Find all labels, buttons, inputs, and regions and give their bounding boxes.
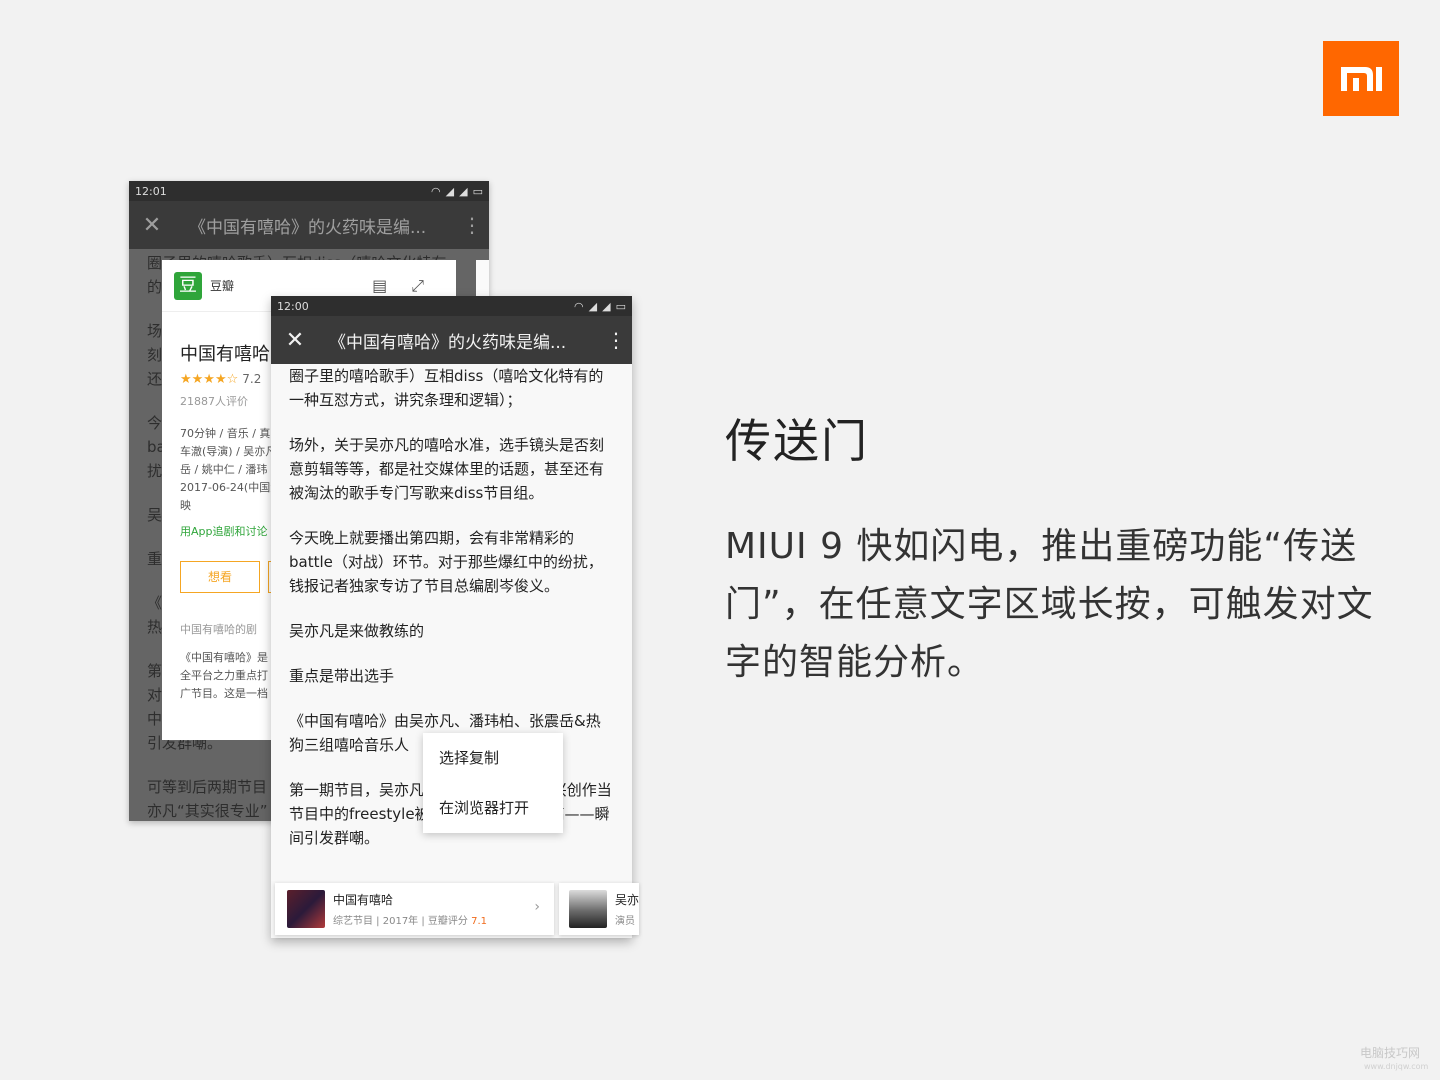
person-name: 吴亦: [614, 893, 639, 907]
rating-score: 7.2: [242, 372, 262, 386]
status-bar: 12:00 ◠ ◢ ◢ ▭: [271, 296, 632, 316]
mi-logo-glyph-icon: [1341, 67, 1382, 91]
smart-cards-strip: 中国有嘻哈 综艺节目 | 2017年 | 豆瓣评分 7.1 › 吴亦 演员: [271, 881, 639, 938]
article-paragraph: 今天晚上就要播出第四期，会有非常精彩的battle（对战）环节。对于那些爆红中的…: [289, 529, 603, 595]
expand-icon[interactable]: ⤢: [411, 276, 424, 296]
article-paragraph: 圈子里的嘻哈歌手）互相diss（嘻哈文化特有的一种互怼方式，讲究条理和逻辑）；: [289, 367, 604, 409]
signal-icon: ◢: [459, 184, 468, 198]
battery-icon: ▭: [615, 299, 626, 313]
watermark: 电脑技巧网: [1360, 1046, 1421, 1060]
signal-icon: ◢: [602, 299, 611, 313]
show-meta: 综艺节目 | 2017年 | 豆瓣评分 7.1: [333, 912, 487, 927]
status-time: 12:00: [277, 299, 309, 313]
want-to-watch-button[interactable]: 想看: [180, 561, 260, 593]
article-paragraph: 重点是带出选手: [289, 667, 395, 685]
layout-icon[interactable]: ▤: [372, 276, 387, 296]
close-icon[interactable]: ✕: [271, 328, 319, 353]
browser-titlebar: ✕ 《中国有嘻哈》的火药味是编... ⋮: [271, 316, 632, 364]
slide-description: MIUI 9 快如闪电，推出重磅功能“传送门”，在任意文字区域长按，可触发对文字…: [725, 526, 1374, 683]
star-icons: ★★★★☆: [180, 372, 239, 387]
person-card[interactable]: 吴亦 演员: [559, 883, 639, 935]
mi-logo: [1323, 41, 1399, 116]
front-phone-screenshot: 12:00 ◠ ◢ ◢ ▭ ✕ 《中国有嘻哈》的火药味是编... ⋮ 圈子里的嘻…: [271, 296, 632, 938]
status-time: 12:01: [135, 184, 167, 198]
page-title: 《中国有嘻哈》的火药味是编...: [329, 332, 567, 353]
slide-title: 传送门: [725, 414, 869, 468]
signal-icon: ◢: [445, 184, 455, 198]
person-role: 演员: [614, 916, 635, 927]
wifi-icon: ◠: [431, 184, 441, 198]
show-score: 7.1: [471, 916, 487, 927]
chevron-right-icon: ›: [534, 899, 540, 915]
wifi-icon: ◠: [574, 299, 584, 313]
status-bar: 12:01 ◠ ◢ ◢ ▭: [129, 181, 489, 201]
show-meta-text: 综艺节目 | 2017年 | 豆瓣评分: [333, 916, 472, 927]
douban-source: 豆瓣: [210, 279, 235, 293]
show-poster: [287, 890, 325, 928]
show-name: 中国有嘻哈: [333, 893, 394, 907]
battery-icon: ▭: [472, 184, 483, 198]
menu-item-select-copy[interactable]: 选择复制: [423, 733, 563, 783]
menu-item-open-in-browser[interactable]: 在浏览器打开: [423, 783, 563, 833]
douban-logo-icon: 豆: [174, 271, 202, 300]
more-menu-icon[interactable]: ⋮: [600, 328, 632, 352]
person-photo: [569, 890, 607, 928]
show-card[interactable]: 中国有嘻哈 综艺节目 | 2017年 | 豆瓣评分 7.1 ›: [275, 883, 554, 935]
article-paragraph: 吴亦凡是来做教练的: [289, 622, 425, 640]
context-menu: 选择复制 在浏览器打开: [423, 733, 563, 833]
signal-icon: ◢: [588, 299, 598, 313]
article-paragraph: 场外，关于吴亦凡的嘻哈水准，选手镜头是否刻意剪辑等等，都是社交媒体里的话题，甚至…: [289, 436, 605, 502]
watermark-url: www.dnjqw.com: [1364, 1062, 1429, 1071]
